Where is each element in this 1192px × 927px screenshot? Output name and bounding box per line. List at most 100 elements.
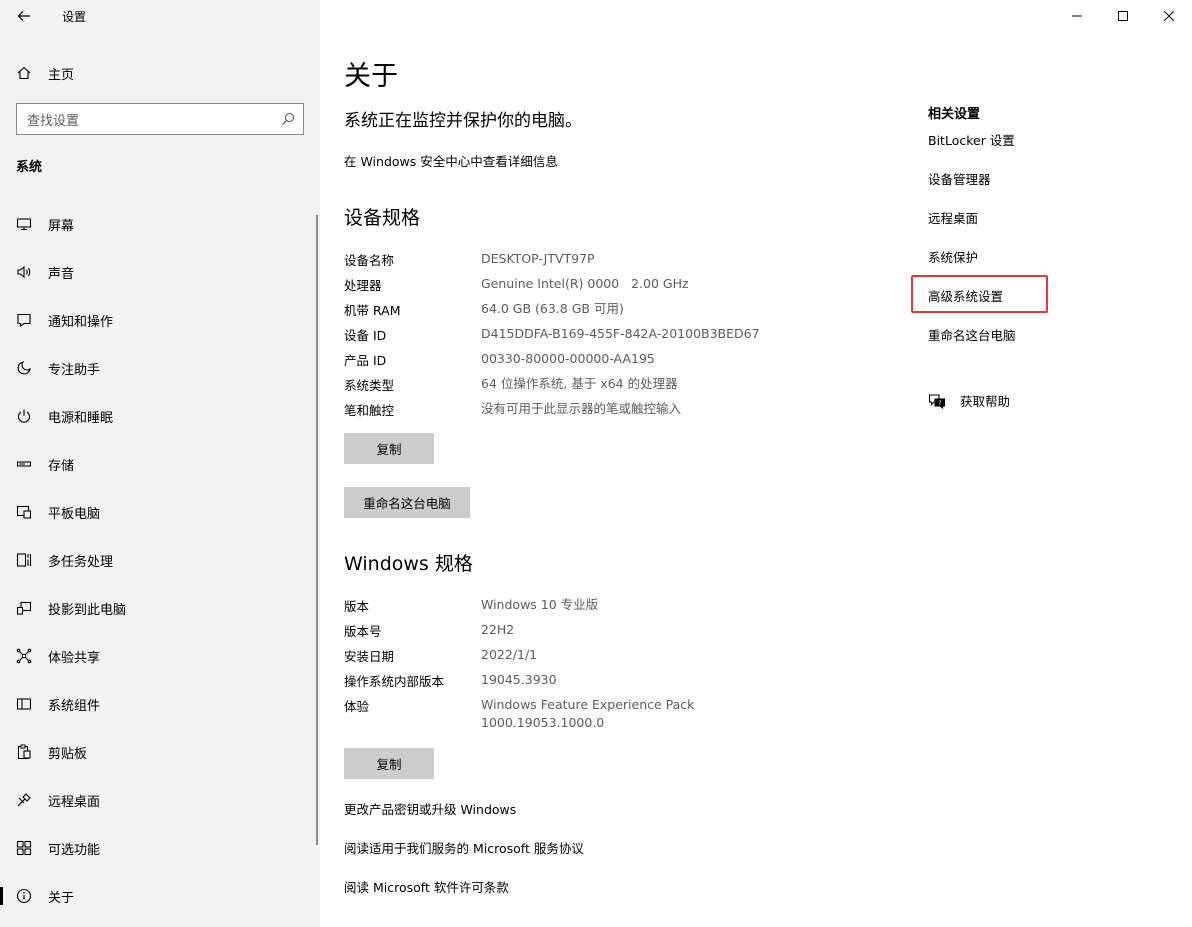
sidebar-item-label: 平板电脑 bbox=[48, 506, 101, 522]
spec-value: 00330-80000-00000-AA195 bbox=[481, 351, 655, 366]
device-manager-link[interactable]: 设备管理器 bbox=[928, 169, 991, 188]
spec-key: 机带 RAM bbox=[344, 303, 401, 318]
copy-windows-specs-button[interactable]: 复制 bbox=[344, 748, 434, 779]
scrollbar[interactable] bbox=[316, 215, 318, 845]
sidebar-item-tablet[interactable]: 平板电脑 bbox=[0, 488, 320, 536]
spec-key: 产品 ID bbox=[344, 353, 387, 368]
window-controls bbox=[1054, 0, 1192, 32]
spec-value: D415DDFA-B169-455F-842A-20100B3BED67 bbox=[481, 326, 760, 341]
spec-key: 安装日期 bbox=[344, 649, 395, 664]
sidebar-item-shared-experiences[interactable]: 体验共享 bbox=[0, 632, 320, 680]
security-center-link[interactable]: 在 Windows 安全中心中查看详细信息 bbox=[344, 151, 558, 170]
power-icon bbox=[0, 408, 48, 424]
sidebar-item-label: 体验共享 bbox=[48, 650, 101, 666]
get-help-link[interactable]: ? 获取帮助 bbox=[928, 391, 1010, 410]
sidebar-item-project[interactable]: 投影到此电脑 bbox=[0, 584, 320, 632]
sidebar-item-label: 可选功能 bbox=[48, 842, 101, 858]
spec-key: 版本号 bbox=[344, 624, 382, 639]
project-icon bbox=[0, 600, 48, 616]
spec-row: 系统类型 64 位操作系统, 基于 x64 的处理器 bbox=[344, 375, 678, 394]
spec-value: 2022/1/1 bbox=[481, 647, 538, 662]
change-product-key-link[interactable]: 更改产品密钥或升级 Windows bbox=[344, 799, 516, 818]
components-icon bbox=[0, 696, 48, 712]
speaker-icon bbox=[0, 264, 48, 280]
svg-text:?: ? bbox=[938, 399, 941, 406]
spec-row: 产品 ID 00330-80000-00000-AA195 bbox=[344, 350, 655, 369]
clipboard-icon bbox=[0, 744, 48, 760]
app-title: 设置 bbox=[62, 9, 87, 24]
sidebar-item-focus-assist[interactable]: 专注助手 bbox=[0, 344, 320, 392]
sidebar-section-title: 系统 bbox=[16, 160, 43, 175]
spec-key: 操作系统内部版本 bbox=[344, 674, 445, 689]
services-agreement-link[interactable]: 阅读适用于我们服务的 Microsoft 服务协议 bbox=[344, 838, 584, 857]
spec-row: 笔和触控 没有可用于此显示器的笔或触控输入 bbox=[344, 400, 681, 419]
home-icon bbox=[0, 65, 48, 81]
multitask-icon bbox=[0, 552, 48, 568]
experience-pack-version: 1000.19053.1000.0 bbox=[481, 715, 605, 730]
sidebar-item-label: 声音 bbox=[48, 266, 75, 282]
rename-pc-link[interactable]: 重命名这台电脑 bbox=[928, 325, 1016, 344]
spec-row: 安装日期 2022/1/1 bbox=[344, 646, 537, 665]
spec-key: 体验 bbox=[344, 699, 370, 714]
storage-icon bbox=[0, 456, 48, 472]
sidebar-item-label: 系统组件 bbox=[48, 698, 101, 714]
sidebar-item-sound[interactable]: 声音 bbox=[0, 248, 320, 296]
spec-value: 64 位操作系统, 基于 x64 的处理器 bbox=[481, 376, 678, 391]
spec-key: 处理器 bbox=[344, 278, 382, 293]
copy-device-specs-button[interactable]: 复制 bbox=[344, 433, 434, 464]
spec-row: 版本号 22H2 bbox=[344, 621, 514, 640]
spec-row: 设备名称 DESKTOP-JTVT97P bbox=[344, 250, 595, 269]
close-button[interactable] bbox=[1146, 0, 1192, 32]
sidebar-item-remote-desktop[interactable]: 远程桌面 bbox=[0, 776, 320, 824]
spec-value: Windows 10 专业版 bbox=[481, 597, 599, 612]
sidebar-item-clipboard[interactable]: 剪贴板 bbox=[0, 728, 320, 776]
remote-desktop-icon bbox=[0, 792, 48, 808]
sidebar: 设置 主页 查找设置 系统 屏幕 声音 通知和操作 专注助手 电源和睡眠 存储 … bbox=[0, 0, 320, 927]
device-specs-heading: 设备规格 bbox=[344, 207, 421, 229]
spec-row: 操作系统内部版本 19045.3930 bbox=[344, 671, 557, 690]
sidebar-item-optional-features[interactable]: 可选功能 bbox=[0, 824, 320, 872]
spec-value: 64.0 GB (63.8 GB 可用) bbox=[481, 301, 624, 316]
bitlocker-settings-link[interactable]: BitLocker 设置 bbox=[928, 130, 1015, 149]
spec-value: Windows Feature Experience Pack 1000.190… bbox=[481, 696, 694, 732]
system-protection-link[interactable]: 系统保护 bbox=[928, 247, 978, 266]
sidebar-item-about[interactable]: 关于 bbox=[0, 872, 320, 920]
sidebar-item-label: 关于 bbox=[48, 890, 75, 906]
search-input[interactable]: 查找设置 bbox=[16, 103, 304, 135]
remote-desktop-link[interactable]: 远程桌面 bbox=[928, 208, 978, 227]
minimize-button[interactable] bbox=[1054, 0, 1100, 32]
search-placeholder: 查找设置 bbox=[27, 113, 80, 129]
sidebar-item-label: 投影到此电脑 bbox=[48, 602, 127, 618]
license-terms-link[interactable]: 阅读 Microsoft 软件许可条款 bbox=[344, 877, 509, 896]
tablet-icon bbox=[0, 504, 48, 520]
maximize-button[interactable] bbox=[1100, 0, 1146, 32]
sidebar-item-label: 远程桌面 bbox=[48, 794, 101, 810]
sidebar-item-notifications[interactable]: 通知和操作 bbox=[0, 296, 320, 344]
spec-row: 机带 RAM 64.0 GB (63.8 GB 可用) bbox=[344, 300, 624, 319]
spec-key: 系统类型 bbox=[344, 378, 395, 393]
back-button[interactable] bbox=[0, 0, 48, 32]
get-help-label: 获取帮助 bbox=[960, 394, 1011, 409]
rename-pc-button[interactable]: 重命名这台电脑 bbox=[344, 487, 470, 518]
sidebar-item-label: 屏幕 bbox=[48, 218, 75, 234]
maximize-icon bbox=[1118, 11, 1128, 21]
spec-key: 设备名称 bbox=[344, 253, 395, 268]
sidebar-item-storage[interactable]: 存储 bbox=[0, 440, 320, 488]
spec-row: 体验 Windows Feature Experience Pack 1000.… bbox=[344, 696, 694, 732]
sidebar-item-label: 存储 bbox=[48, 458, 75, 474]
search-icon bbox=[282, 112, 295, 125]
sidebar-item-home[interactable]: 主页 bbox=[0, 58, 320, 88]
moon-icon bbox=[0, 360, 48, 376]
home-label: 主页 bbox=[48, 67, 75, 83]
spec-key: 设备 ID bbox=[344, 328, 387, 343]
page-title: 关于 bbox=[344, 61, 398, 92]
highlight-box bbox=[911, 275, 1048, 313]
windows-specs-heading: Windows 规格 bbox=[344, 553, 473, 575]
sidebar-item-label: 电源和睡眠 bbox=[48, 410, 114, 426]
spec-value: 19045.3930 bbox=[481, 672, 557, 687]
notification-icon bbox=[0, 312, 48, 328]
sidebar-item-system-components[interactable]: 系统组件 bbox=[0, 680, 320, 728]
sidebar-item-power[interactable]: 电源和睡眠 bbox=[0, 392, 320, 440]
sidebar-item-multitasking[interactable]: 多任务处理 bbox=[0, 536, 320, 584]
sidebar-item-display[interactable]: 屏幕 bbox=[0, 200, 320, 248]
